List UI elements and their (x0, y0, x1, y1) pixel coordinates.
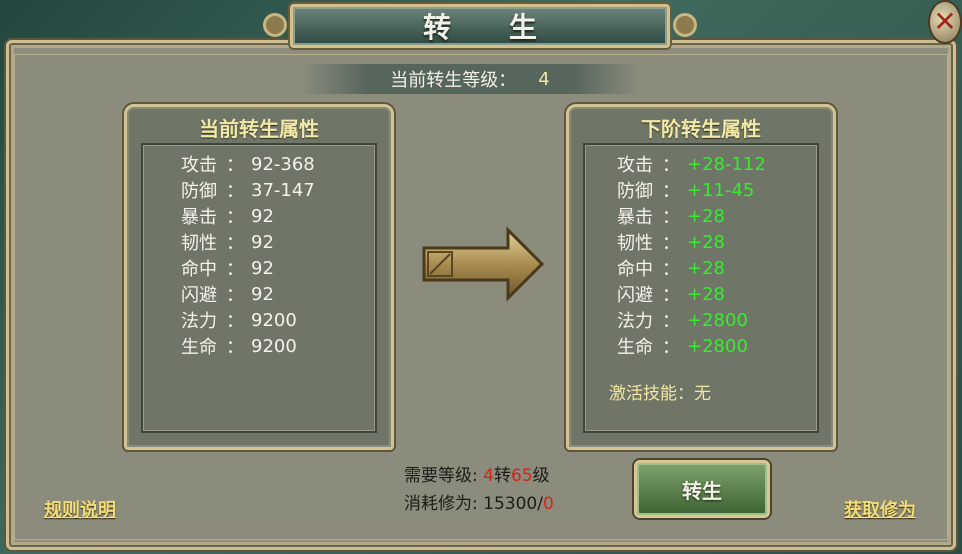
stat-separator: ： (226, 259, 244, 280)
stat-row: 防御 ： 37-147 (181, 177, 315, 203)
stat-separator: ： (662, 285, 680, 306)
rebirth-button-label: 转生 (682, 478, 722, 503)
stat-value: +28 (687, 205, 725, 227)
stat-name: 攻击 (181, 155, 217, 176)
stat-separator: ： (662, 233, 680, 254)
skill-label: 激活技能： (609, 384, 694, 404)
stat-name: 暴击 (181, 207, 217, 228)
stat-separator: ： (662, 259, 680, 280)
stat-row: 攻击 ： 92-368 (181, 151, 315, 177)
cost-need: 0 (542, 494, 554, 514)
stat-value: +28 (687, 231, 725, 253)
stat-separator: ： (226, 155, 244, 176)
stat-separator: ： (662, 337, 680, 358)
stat-value: +28 (687, 283, 725, 305)
scroll-ornament-icon (263, 13, 287, 37)
stat-separator: ： (226, 337, 244, 358)
stat-name: 韧性 (617, 233, 653, 254)
stat-separator: ： (662, 155, 680, 176)
stat-value: 9200 (251, 335, 297, 357)
window-title: 转 生 (423, 11, 561, 44)
stat-row: 生命 ： 9200 (181, 333, 297, 359)
stat-row: 法力 ： +2800 (617, 307, 748, 333)
stat-row: 命中 ： 92 (181, 255, 274, 281)
stat-name: 生命 (617, 337, 653, 358)
required-level-unit: 级 (532, 466, 550, 486)
right-arrow-icon (422, 226, 544, 302)
stat-value: 92 (251, 205, 274, 227)
stat-row: 闪避 ： 92 (181, 281, 274, 307)
stat-value: 92 (251, 283, 274, 305)
stat-separator: ： (226, 311, 244, 332)
title-banner: 转 生 (263, 4, 697, 48)
requirements: 需要等级: 4转65级 消耗修为: 15300/0 (404, 462, 554, 518)
skill-value: 无 (694, 384, 711, 404)
rebirth-button[interactable]: 转生 (634, 460, 770, 518)
stat-value: 92 (251, 257, 274, 279)
scroll-ornament-icon (673, 13, 697, 37)
stat-separator: ： (226, 233, 244, 254)
required-rebirth-value: 4 (483, 466, 494, 486)
stat-separator: ： (226, 181, 244, 202)
stat-row: 暴击 ： +28 (617, 203, 725, 229)
stat-separator: ： (662, 181, 680, 202)
stat-row: 韧性 ： +28 (617, 229, 725, 255)
stat-separator: ： (662, 311, 680, 332)
stat-name: 韧性 (181, 233, 217, 254)
close-button[interactable]: ✕ (928, 0, 962, 44)
stat-value: 92 (251, 231, 274, 253)
required-level-value: 65 (510, 466, 533, 486)
stat-row: 闪避 ： +28 (617, 281, 725, 307)
stat-name: 闪避 (617, 285, 653, 306)
stat-value: +28 (687, 257, 725, 279)
stat-separator: ： (662, 207, 680, 228)
cost-label: 消耗修为: (404, 494, 478, 514)
stat-name: 生命 (181, 337, 217, 358)
stat-name: 闪避 (181, 285, 217, 306)
stat-row: 暴击 ： 92 (181, 203, 274, 229)
current-attributes-panel: 当前转生属性 攻击 ： 92-368 防御 ： 37-147 暴击 ： 92 韧… (124, 104, 394, 450)
required-level: 需要等级: 4转65级 (404, 462, 554, 490)
activated-skill: 激活技能：无 (609, 379, 711, 404)
stat-value: +2800 (687, 309, 748, 331)
stat-row: 法力 ： 9200 (181, 307, 297, 333)
rules-link[interactable]: 规则说明 (44, 496, 116, 522)
stat-value: +11-45 (687, 179, 755, 201)
current-level-label: 当前转生等级： (390, 70, 517, 91)
obtain-cultivation-link[interactable]: 获取修为 (844, 496, 916, 522)
stat-value: 92-368 (251, 153, 315, 175)
stat-value: +28-112 (687, 153, 766, 175)
stat-name: 命中 (617, 259, 653, 280)
stat-name: 防御 (181, 181, 217, 202)
stat-separator: ： (226, 285, 244, 306)
close-icon: ✕ (933, 5, 957, 38)
panel-title: 当前转生属性 (199, 117, 319, 141)
stat-row: 防御 ： +11-45 (617, 177, 754, 203)
stat-name: 攻击 (617, 155, 653, 176)
stat-name: 法力 (181, 311, 217, 332)
stat-name: 命中 (181, 259, 217, 280)
stat-row: 生命 ： +2800 (617, 333, 748, 359)
stat-row: 韧性 ： 92 (181, 229, 274, 255)
cost-have: 15300 (483, 494, 538, 514)
stat-name: 防御 (617, 181, 653, 202)
current-level-bar: 当前转生等级： 4 (300, 64, 640, 94)
required-level-label: 需要等级: (404, 466, 478, 486)
stat-separator: ： (226, 207, 244, 228)
next-attributes-panel: 下阶转生属性 攻击 ： +28-112 防御 ： +11-45 暴击 ： +28… (566, 104, 836, 450)
panel-title: 下阶转生属性 (641, 117, 761, 141)
stat-value: 37-147 (251, 179, 315, 201)
stat-value: +2800 (687, 335, 748, 357)
stat-name: 暴击 (617, 207, 653, 228)
current-level-value: 4 (538, 68, 550, 90)
stat-row: 命中 ： +28 (617, 255, 725, 281)
stat-row: 攻击 ： +28-112 (617, 151, 766, 177)
stat-value: 9200 (251, 309, 297, 331)
required-rebirth-unit: 转 (493, 466, 511, 486)
cultivation-cost: 消耗修为: 15300/0 (404, 490, 554, 518)
stat-name: 法力 (617, 311, 653, 332)
